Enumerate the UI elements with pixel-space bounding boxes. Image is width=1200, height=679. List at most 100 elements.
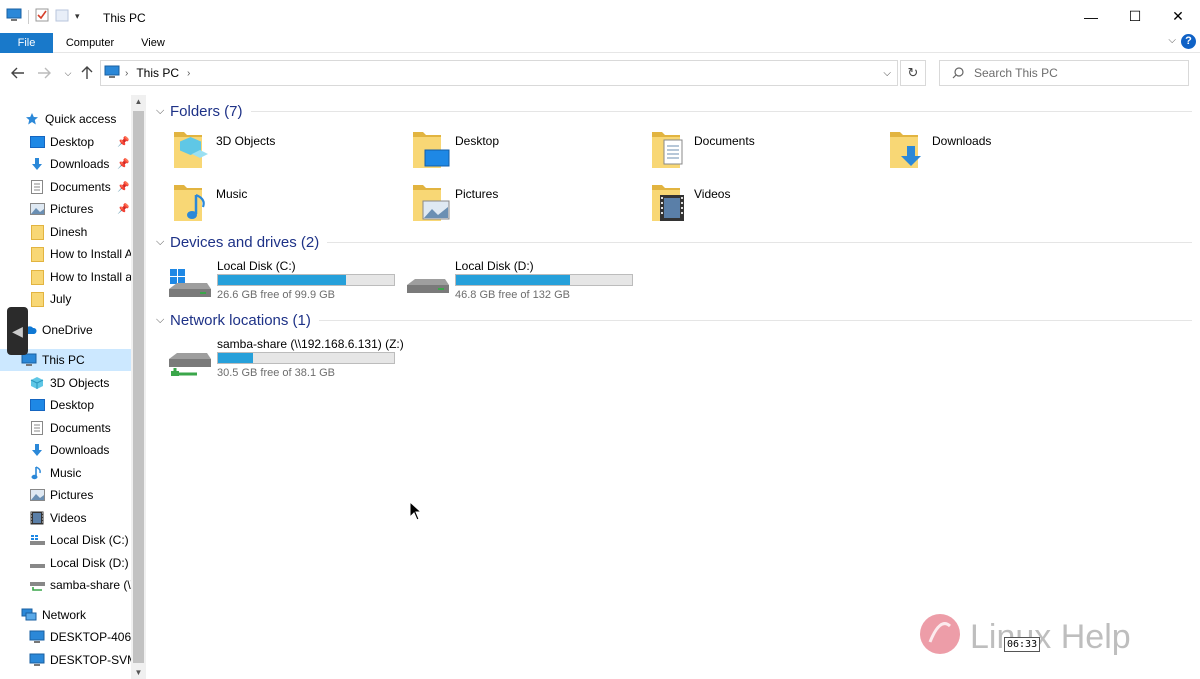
- address-dropdown-icon[interactable]: ⌵: [883, 68, 891, 79]
- document-icon: [29, 179, 45, 195]
- folder-icon: [172, 128, 212, 172]
- cube-icon: [29, 375, 45, 391]
- sidebar-item-label: 3D Objects: [50, 376, 110, 390]
- sidebar-item-documents-pc[interactable]: Documents: [0, 417, 131, 439]
- scrollbar-thumb[interactable]: [133, 111, 144, 663]
- sidebar-item-local-disk-c[interactable]: Local Disk (C:): [0, 529, 131, 551]
- computer-icon: [104, 65, 120, 82]
- group-divider: [318, 319, 1192, 321]
- folder-icon: [29, 224, 45, 240]
- search-box[interactable]: [939, 60, 1189, 86]
- triangle-left-icon: ◀: [12, 322, 23, 339]
- recent-locations-button[interactable]: ⌵: [58, 62, 78, 84]
- folder-pictures[interactable]: Pictures: [411, 181, 641, 231]
- sidebar-item-desktop-406rjj[interactable]: DESKTOP-406RJJ: [0, 626, 131, 648]
- breadcrumb-separator-icon[interactable]: ›: [187, 68, 190, 79]
- folder-downloads[interactable]: Downloads: [888, 128, 1118, 178]
- time-badge: 06:33: [1004, 637, 1041, 652]
- pin-icon[interactable]: 📌: [117, 182, 129, 193]
- maximize-button[interactable]: ☐: [1113, 0, 1157, 33]
- breadcrumb-this-pc[interactable]: This PC: [136, 66, 179, 80]
- drive-local-disk-c[interactable]: Local Disk (C:) 26.6 GB free of 99.9 GB: [167, 259, 399, 309]
- folder-videos[interactable]: Videos: [650, 181, 880, 231]
- sidebar-item-samba-share[interactable]: samba-share (\\: [0, 574, 131, 596]
- pin-icon[interactable]: 📌: [117, 137, 129, 148]
- minimize-button[interactable]: —: [1069, 0, 1113, 33]
- search-input[interactable]: [974, 66, 1174, 80]
- close-button[interactable]: ✕: [1156, 0, 1200, 33]
- sidebar-item-desktop[interactable]: Desktop 📌: [0, 131, 131, 153]
- scroll-down-icon[interactable]: ▼: [131, 668, 146, 677]
- sidebar-item-how-to-install-1[interactable]: How to Install A: [0, 243, 131, 265]
- group-header-folders[interactable]: ⌵ Folders (7): [156, 100, 1192, 122]
- breadcrumb-separator-icon[interactable]: ›: [125, 68, 128, 79]
- computer-icon: [29, 652, 45, 668]
- ribbon-tabs: File Computer View ⌵ ?: [0, 33, 1200, 53]
- forward-button[interactable]: [34, 62, 54, 84]
- tab-view[interactable]: View: [132, 33, 174, 53]
- usage-bar-fill: [218, 353, 254, 363]
- sidebar-item-3d-objects[interactable]: 3D Objects: [0, 372, 131, 394]
- sidebar-item-documents[interactable]: Documents 📌: [0, 176, 131, 198]
- desktop-icon: [29, 134, 45, 150]
- tab-file[interactable]: File: [0, 33, 53, 53]
- folder-label: Videos: [694, 187, 731, 201]
- download-icon: [29, 156, 45, 172]
- folder-3d-objects[interactable]: 3D Objects: [172, 128, 402, 178]
- download-icon: [29, 442, 45, 458]
- sidebar-item-label: Pictures: [50, 488, 94, 502]
- sidebar-item-music[interactable]: Music: [0, 462, 131, 484]
- chevron-down-icon: ⌵: [156, 104, 165, 117]
- sidebar-item-label: Documents: [50, 180, 111, 194]
- collapse-pane-button[interactable]: ◀: [7, 307, 28, 355]
- sidebar-item-label: Downloads: [50, 157, 110, 171]
- group-header-devices[interactable]: ⌵ Devices and drives (2): [156, 231, 1192, 253]
- up-button[interactable]: [77, 62, 97, 84]
- sidebar-item-network[interactable]: Network: [0, 604, 131, 626]
- group-header-network[interactable]: ⌵ Network locations (1): [156, 309, 1192, 331]
- sidebar-item-local-disk-d[interactable]: Local Disk (D:): [0, 552, 131, 574]
- sidebar-scrollbar[interactable]: ▲ ▼: [131, 95, 146, 679]
- drive-local-disk-d[interactable]: Local Disk (D:) 46.8 GB free of 132 GB: [405, 259, 637, 309]
- sidebar-item-label: Videos: [50, 511, 87, 525]
- back-button[interactable]: [8, 62, 28, 84]
- pin-icon[interactable]: 📌: [117, 159, 129, 170]
- network-icon: [21, 607, 37, 623]
- folder-desktop[interactable]: Desktop: [411, 128, 641, 178]
- computer-icon[interactable]: [6, 8, 22, 25]
- expand-ribbon-icon[interactable]: ⌵: [1168, 35, 1176, 46]
- sidebar-item-pictures[interactable]: Pictures 📌: [0, 198, 131, 220]
- group-divider: [250, 110, 1192, 112]
- sidebar-item-desktop-svmg[interactable]: DESKTOP-SVMG: [0, 649, 131, 671]
- sidebar-item-downloads-pc[interactable]: Downloads: [0, 439, 131, 461]
- folder-label: Downloads: [932, 134, 992, 148]
- sidebar-item-dinesh[interactable]: Dinesh: [0, 221, 131, 243]
- sidebar-item-videos[interactable]: Videos: [0, 507, 131, 529]
- sidebar-item-quick-access[interactable]: Quick access: [0, 108, 131, 130]
- network-drive-samba-share[interactable]: samba-share (\\192.168.6.131) (Z:) 30.5 …: [167, 337, 404, 387]
- folder-music[interactable]: Music: [172, 181, 402, 231]
- folder-icon: [172, 181, 212, 225]
- pin-icon[interactable]: 📌: [117, 204, 129, 215]
- pictures-icon: [29, 487, 45, 503]
- customize-toolbar-icon[interactable]: ▾: [75, 11, 80, 22]
- folder-documents[interactable]: Documents: [650, 128, 880, 178]
- scroll-up-icon[interactable]: ▲: [131, 97, 146, 106]
- sidebar-item-label: Downloads: [50, 443, 110, 457]
- sidebar-item-label: Quick access: [45, 112, 117, 126]
- folder-icon: [411, 128, 451, 172]
- sidebar-item-how-to-install-2[interactable]: How to Install ar: [0, 266, 131, 288]
- help-icon[interactable]: ?: [1181, 34, 1196, 49]
- tab-computer[interactable]: Computer: [58, 33, 122, 53]
- new-folder-icon[interactable]: [55, 8, 69, 25]
- folder-label: Music: [216, 187, 248, 201]
- properties-icon[interactable]: [35, 8, 49, 25]
- sidebar-item-label: Dinesh: [50, 225, 88, 239]
- address-bar[interactable]: › This PC › ⌵: [100, 60, 898, 86]
- sidebar-item-label: DESKTOP-SVMG: [50, 653, 131, 667]
- refresh-button[interactable]: ↻: [900, 60, 926, 86]
- sidebar-item-downloads[interactable]: Downloads 📌: [0, 153, 131, 175]
- sidebar-item-pictures-pc[interactable]: Pictures: [0, 484, 131, 506]
- sidebar-item-desktop-pc[interactable]: Desktop: [0, 394, 131, 416]
- folder-icon: [29, 269, 45, 285]
